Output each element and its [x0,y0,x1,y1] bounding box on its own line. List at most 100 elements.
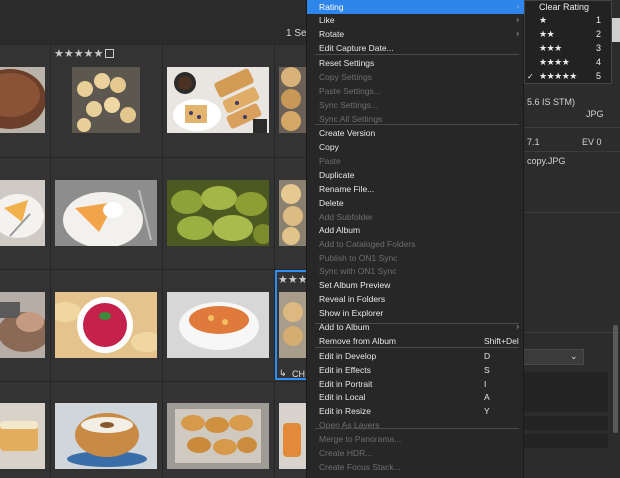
grid-divider [274,44,275,478]
menu-item-rating[interactable]: Rating › [307,0,525,14]
grid-divider [162,44,163,478]
soup-bowl-image [167,292,269,358]
photo-thumbnail[interactable] [0,67,45,133]
menu-item-edit-in-effects[interactable]: Edit in Effects S [307,363,525,377]
menu-item-edit-in-local[interactable]: Edit in Local A [307,390,525,404]
menu-item-label: Reveal in Folders [319,294,386,304]
menu-item-label: Copy [319,142,339,152]
rating-option-3[interactable]: ★★★ 3 [525,42,611,55]
menu-item-like[interactable]: Like › [307,13,525,27]
rating-shortcut: 1 [596,15,602,25]
menu-item-label: Set Album Preview [319,280,391,290]
menu-item-edit-in-develop[interactable]: Edit in Develop D [307,349,525,363]
reject-box-icon[interactable] [105,49,115,58]
submenu-arrow-icon: › [516,15,519,24]
rating-option-1[interactable]: ★ 1 [525,14,611,27]
menu-item-label: Delete [319,198,344,208]
menu-item-create-version[interactable]: Create Version [307,126,525,140]
menu-item-set-album-preview[interactable]: Set Album Preview [307,278,525,292]
rating-submenu: Clear Rating ★ 1 ★★ 2 ★★★ 3 ★★★★ 4 ✓ ★★★★★ 5 [524,0,612,84]
selected-rating-stars[interactable]: ★★★ [278,273,308,286]
photo-thumbnail[interactable] [279,67,306,133]
menu-item-shortcut: S [484,365,490,375]
selected-thumbnail-frame[interactable] [275,270,308,380]
photo-thumbnail[interactable] [0,180,45,246]
photo-thumbnail[interactable] [55,292,157,358]
menu-item-edit-in-portrait[interactable]: Edit in Portrait I [307,377,525,391]
menu-item-label: Sync All Settings [319,114,383,124]
menu-item-label: Paste Settings... [319,86,381,96]
photo-thumbnail[interactable] [55,180,157,246]
menu-item-reset-settings[interactable]: Reset Settings [307,56,525,70]
menu-item-label: Rating [319,2,344,12]
chevron-down-icon[interactable]: ⌄ [570,351,578,362]
photo-thumbnail[interactable] [279,403,306,469]
grid-divider [50,44,51,478]
context-menu: Rating › Like › Rotate › Edit Capture Date... R… [306,0,525,478]
rating-option-4[interactable]: ★★★★ 4 [525,56,611,69]
grid-divider [0,44,306,45]
clear-rating-item[interactable]: Clear Rating [525,1,611,14]
panel-header-block [612,18,620,42]
menu-item-publish-to-on1-sync: Publish to ON1 Sync [307,251,525,265]
menu-item-label: Paste [319,156,341,166]
submenu-arrow-icon: › [516,29,519,38]
panel-field[interactable] [522,416,608,430]
rating-stars: ★★★★ [539,57,570,67]
submenu-arrow-icon: › [516,2,519,11]
menu-item-remove-from-album[interactable]: Remove from Album Shift+Del [307,334,525,348]
menu-item-duplicate[interactable]: Duplicate [307,168,525,182]
rating-shortcut: 5 [596,71,602,81]
photo-thumbnail[interactable] [167,403,269,469]
photo-thumbnail[interactable] [0,292,45,358]
menu-item-label: Edit in Develop [319,351,377,361]
clear-rating-label: Clear Rating [539,2,590,12]
menu-item-add-album[interactable]: Add Album [307,223,525,237]
menu-item-label: Copy Settings [319,72,372,82]
menu-item-edit-in-resize[interactable]: Edit in Resize Y [307,404,525,418]
file-name: copy.JPG [527,156,566,166]
photo-thumbnail[interactable] [167,292,269,358]
menu-item-copy[interactable]: Copy [307,140,525,154]
photo-thumbnail[interactable] [279,180,306,246]
hands-cooking-image [0,292,45,358]
edited-corner-icon: ↳ [279,368,287,378]
photo-thumbnail[interactable] [0,403,45,469]
rating-stars: ★★★★★ [539,71,577,81]
panel-scrollbar[interactable] [613,325,618,433]
thumbnail-rating[interactable]: ★★★★★ [54,47,115,60]
menu-item-edit-capture-date[interactable]: Edit Capture Date... [307,41,525,55]
photo-thumbnail[interactable] [167,67,269,133]
menu-separator [315,428,519,429]
menu-item-show-in-explorer[interactable]: Show in Explorer [307,306,525,320]
thumbnail-filename: CH [292,369,305,379]
aperture-value: 7.1 [527,137,540,147]
panel-field[interactable] [522,372,608,412]
photo-thumbnail[interactable] [72,67,140,133]
beet-dip-image [55,292,157,358]
rating-shortcut: 3 [596,43,602,53]
panel-divider [522,332,620,333]
menu-item-open-as-layers: Open As Layers [307,418,525,432]
menu-item-label: Create HDR... [319,448,373,458]
menu-item-label: Add Subfolder [319,212,373,222]
menu-item-rename-file[interactable]: Rename File... [307,182,525,196]
menu-item-label: Reset Settings [319,58,375,68]
loaf-cake-image [0,403,45,469]
grid-divider [0,157,306,158]
rating-option-5[interactable]: ✓ ★★★★★ 5 [525,70,611,83]
menu-item-shortcut: A [484,392,490,402]
app-window: 1 Sel ★★★★★ ★★★ ↳ CH 5.6 IS STM) JPG 7.1… [0,0,620,478]
panel-field[interactable] [522,434,608,448]
menu-item-delete[interactable]: Delete [307,196,525,210]
menu-item-reveal-in-folders[interactable]: Reveal in Folders [307,292,525,306]
menu-item-shortcut: D [484,351,491,361]
grid-divider [0,269,306,270]
rolls-image [279,180,306,246]
scones-image [72,67,140,133]
rating-option-2[interactable]: ★★ 2 [525,28,611,41]
photo-thumbnail[interactable] [55,403,157,469]
file-format: JPG [586,109,604,119]
menu-item-rotate[interactable]: Rotate › [307,27,525,41]
photo-thumbnail[interactable] [167,180,269,246]
